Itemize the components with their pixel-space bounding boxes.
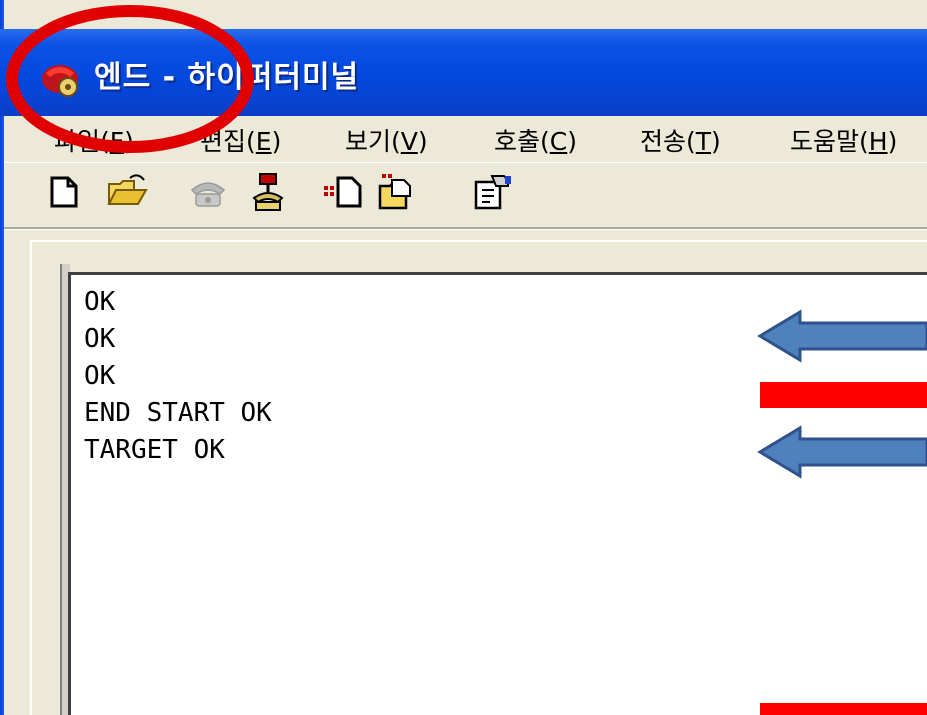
left-arrow-annotation (757, 309, 927, 363)
red-bar-annotation (760, 382, 927, 408)
annotation-overlay (6, 5, 927, 715)
left-arrow-annotation (757, 425, 927, 479)
highlight-circle (6, 5, 254, 153)
red-bar-annotation (760, 703, 927, 715)
